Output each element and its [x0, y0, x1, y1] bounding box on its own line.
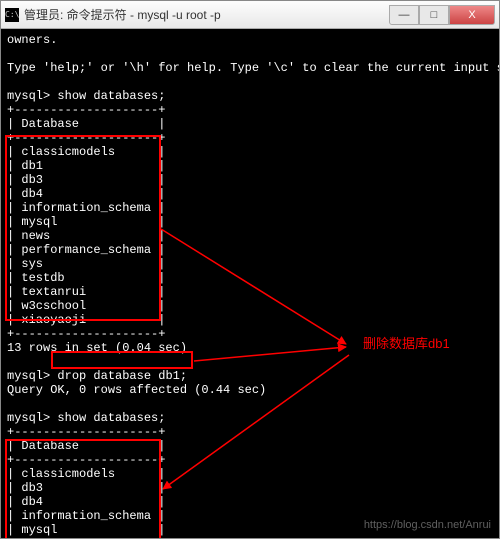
- result-2: Query OK, 0 rows affected (0.44 sec): [7, 383, 493, 397]
- terminal-output[interactable]: owners. Type 'help;' or '\h' for help. T…: [1, 29, 499, 538]
- table-top-2: +--------------------+: [7, 425, 493, 439]
- minimize-button[interactable]: —: [389, 5, 419, 25]
- db-row: | db1 |: [7, 159, 493, 173]
- line-owners: owners.: [7, 33, 493, 47]
- db-row: | information_schema |: [7, 201, 493, 215]
- table-header-2: | Database |: [7, 439, 493, 453]
- prompt-line-3: mysql> show databases;: [7, 411, 493, 425]
- titlebar[interactable]: C:\ 管理员: 命令提示符 - mysql -u root -p — □ X: [1, 1, 499, 29]
- close-button[interactable]: X: [449, 5, 495, 25]
- prompt-line-2: mysql> drop database db1;: [7, 369, 493, 383]
- table-sep: +--------------------+: [7, 131, 493, 145]
- prompt-line-1: mysql> show databases;: [7, 89, 493, 103]
- maximize-button[interactable]: □: [419, 5, 449, 25]
- db-row: | textanrui |: [7, 285, 493, 299]
- db-row: | db4 |: [7, 187, 493, 201]
- db-row: | db4 |: [7, 495, 493, 509]
- line-help: Type 'help;' or '\h' for help. Type '\c'…: [7, 61, 493, 75]
- db-row: | w3cschool |: [7, 299, 493, 313]
- db-row: | classicmodels |: [7, 467, 493, 481]
- db-row: | news |: [7, 229, 493, 243]
- db-row: | db3 |: [7, 173, 493, 187]
- db-row: | performance_schema |: [7, 243, 493, 257]
- db-row: | classicmodels |: [7, 145, 493, 159]
- annotation-label: 删除数据库db1: [363, 337, 450, 351]
- database-list-1: | classicmodels || db1 || db3 || db4 || …: [7, 145, 493, 327]
- watermark: https://blog.csdn.net/Anrui: [364, 518, 491, 532]
- db-row: | xiaoyaoji |: [7, 313, 493, 327]
- table-header-1: | Database |: [7, 117, 493, 131]
- db-row: | db3 |: [7, 481, 493, 495]
- window-title: 管理员: 命令提示符 - mysql -u root -p: [24, 6, 389, 23]
- table-sep-2: +--------------------+: [7, 453, 493, 467]
- db-row: | news |: [7, 537, 493, 538]
- db-row: | mysql |: [7, 215, 493, 229]
- table-top: +--------------------+: [7, 103, 493, 117]
- db-row: | sys |: [7, 257, 493, 271]
- command-prompt-window: C:\ 管理员: 命令提示符 - mysql -u root -p — □ X …: [0, 0, 500, 539]
- cmd-icon: C:\: [5, 8, 19, 22]
- db-row: | testdb |: [7, 271, 493, 285]
- window-controls: — □ X: [389, 5, 495, 25]
